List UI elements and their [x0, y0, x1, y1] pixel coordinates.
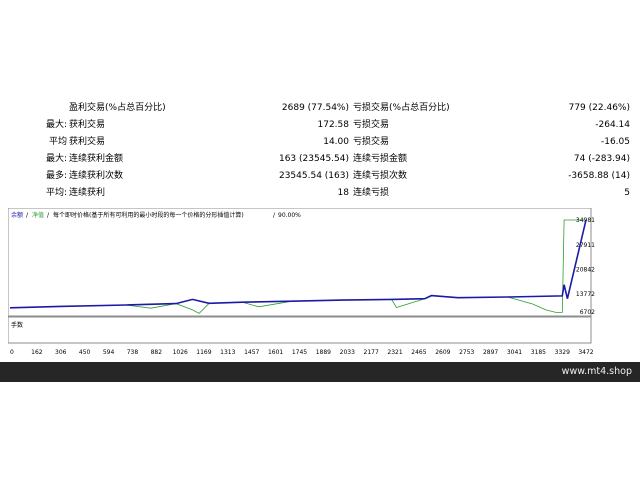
x-tick-label: 1457 — [244, 349, 259, 356]
footer-bar: www.mt4.shop — [0, 362, 640, 382]
stats-row: 盈利交易(%占总百分比) 2689 (77.54%) 亏损交易(%占总百分比) 779… — [0, 100, 640, 117]
x-tick-label: 1745 — [292, 349, 307, 356]
x-tick-label: 306 — [55, 349, 67, 356]
x-tick-label: 2177 — [364, 349, 379, 356]
stat-label-right: 连续亏损次数 — [353, 171, 408, 181]
stats-row: 最大: 连续获利金额 163 (23545.54) 连续亏损金额 74 (-283.94… — [0, 151, 640, 168]
stat-prefix: 最大: — [45, 154, 67, 164]
x-tick-label: 1026 — [173, 349, 188, 356]
stat-value-right: 5 — [624, 188, 630, 198]
x-tick-label: 1169 — [196, 349, 211, 356]
stat-value-right: -3658.88 (14) — [568, 171, 630, 181]
stat-label-right: 连续亏损金额 — [353, 154, 408, 164]
lots-label: 手数 — [11, 321, 23, 329]
footer-site-link[interactable]: www.mt4.shop — [562, 366, 632, 377]
stat-label-right: 亏损交易(%占总百分比) — [353, 103, 450, 113]
x-tick-label: 2465 — [411, 349, 426, 356]
x-tick-label: 1601 — [268, 349, 283, 356]
x-tick-label: 1313 — [220, 349, 235, 356]
stat-value: 23545.54 (163) — [278, 171, 349, 181]
x-tick-label: 1889 — [316, 349, 331, 356]
stat-prefix: 平均 — [48, 137, 67, 147]
x-tick-label: 3041 — [507, 349, 522, 356]
stat-label-right: 连续亏损 — [353, 188, 390, 198]
stat-prefix: 最大: — [45, 120, 67, 130]
stat-label-right: 亏损交易 — [353, 137, 390, 147]
legend-quality: 90.00% — [278, 212, 301, 219]
chart-panel: 余额 / 净值 / 每个即时价格(基于所有可利用的最小时段的每一个价格的分形插值… — [7, 207, 600, 358]
stat-label: 连续获利 — [69, 188, 106, 198]
x-tick-label: 882 — [151, 349, 163, 356]
stat-label: 连续获利金额 — [69, 154, 124, 164]
y-tick-label: 6702 — [580, 309, 595, 316]
stat-value: 163 (23545.54) — [278, 154, 349, 164]
x-tick-label: 2897 — [483, 349, 498, 356]
legend-description: 每个即时价格(基于所有可利用的最小时段的每一个价格的分形插值计算) — [53, 211, 244, 219]
x-tick-label: 2609 — [435, 349, 450, 356]
y-tick-label: 20842 — [576, 266, 595, 273]
x-tick-label: 0 — [10, 349, 14, 356]
x-tick-label: 450 — [79, 349, 91, 356]
stat-prefix: 平均: — [45, 188, 67, 198]
legend-equity: 净值 — [32, 211, 44, 219]
legend-balance: 余额 — [11, 211, 23, 219]
stats-row: 平均: 连续获利 18 连续亏损 5 — [0, 185, 640, 202]
stat-value: 172.58 — [317, 120, 350, 130]
x-tick-label: 594 — [103, 349, 115, 356]
stat-label: 连续获利次数 — [69, 171, 124, 181]
x-axis-ticks: 0 162 306 450 594 738 882 1026 1169 1313 1457 1601 1… — [10, 349, 594, 356]
x-tick-label: 738 — [127, 349, 139, 356]
x-tick-label: 3472 — [578, 349, 593, 356]
stat-label: 获利交易 — [69, 120, 106, 130]
x-tick-label: 2321 — [387, 349, 402, 356]
x-tick-label: 3185 — [531, 349, 546, 356]
stats-table: 盈利交易(%占总百分比) 2689 (77.54%) 亏损交易(%占总百分比) 779… — [0, 100, 640, 206]
stat-value: 2689 (77.54%) — [281, 103, 349, 113]
x-tick-label: 2753 — [459, 349, 474, 356]
stat-value-right: 779 (22.46%) — [568, 103, 630, 113]
x-tick-label: 3329 — [555, 349, 570, 356]
stat-label-right: 亏损交易 — [353, 120, 390, 130]
stat-value: 18 — [337, 188, 349, 198]
stat-value: 14.00 — [323, 137, 349, 147]
stats-row: 最大: 获利交易 172.58 亏损交易 -264.14 — [0, 117, 640, 134]
x-tick-label: 2033 — [340, 349, 355, 356]
stat-label: 盈利交易(%占总百分比) — [69, 103, 166, 113]
stats-row: 平均 获利交易 14.00 亏损交易 -16.05 — [0, 134, 640, 151]
balance-chart: 余额 / 净值 / 每个即时价格(基于所有可利用的最小时段的每一个价格的分形插值… — [7, 207, 595, 356]
y-tick-label: 13772 — [576, 291, 595, 298]
stat-value-right: -16.05 — [600, 137, 630, 147]
stats-row: 最多: 连续获利次数 23545.54 (163) 连续亏损次数 -3658.88 (1… — [0, 168, 640, 185]
stat-label: 获利交易 — [69, 137, 106, 147]
stat-value-right: 74 (-283.94) — [573, 154, 630, 164]
stat-value-right: -264.14 — [595, 120, 630, 130]
x-tick-label: 162 — [31, 349, 43, 356]
stat-prefix: 最多: — [45, 171, 67, 181]
